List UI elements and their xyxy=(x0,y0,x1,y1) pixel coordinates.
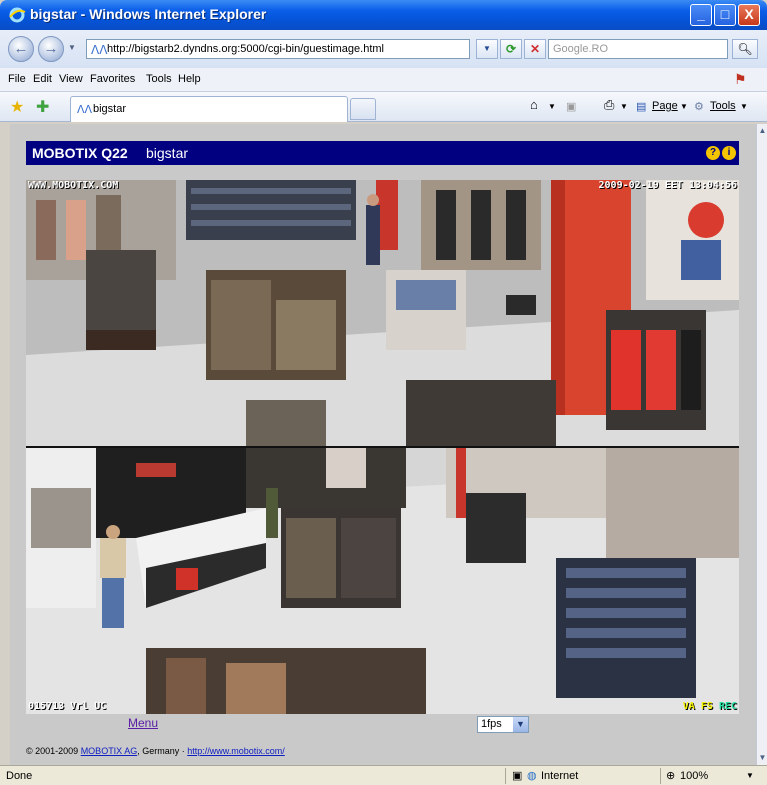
menu-help[interactable]: Help xyxy=(178,73,201,85)
gear-icon[interactable]: ⚙ xyxy=(694,100,704,113)
search-button[interactable]: 🔍︎ xyxy=(732,39,758,59)
new-tab-button[interactable] xyxy=(350,98,376,120)
address-dropdown-button[interactable]: ▼ xyxy=(476,39,498,59)
protected-mode-icon[interactable]: ▣ xyxy=(512,769,522,782)
osd-flag-va: VA xyxy=(682,701,695,712)
scroll-down-button[interactable]: ▼ xyxy=(757,751,767,765)
tab-label: bigstar xyxy=(93,103,127,115)
vertical-scrollbar[interactable]: ▲ ▼ xyxy=(756,124,767,765)
camera-image-top[interactable]: WWW.MOBOTIX.COM 2009-02-19 EET 13:04:56 xyxy=(26,180,739,446)
menu-file[interactable]: File xyxy=(8,73,26,85)
camera-controls: Menu 1fps ▼ xyxy=(26,714,739,734)
add-favorite-icon[interactable]: ✚ xyxy=(36,97,49,117)
address-url: http://bigstarb2.dyndns.org:5000/cgi-bin… xyxy=(107,43,384,55)
tab-favicon-icon: ᐱᐱ xyxy=(77,104,93,116)
magnifier-icon: 🔍︎ xyxy=(737,42,753,56)
status-text: Done xyxy=(6,770,33,782)
menu-link[interactable]: Menu xyxy=(128,716,158,730)
menu-favorites[interactable]: Favorites xyxy=(90,73,135,85)
store-view-bottom xyxy=(26,448,739,714)
page-content: MOBOTIX Q22 bigstar ? i WWW.MOBOTIX.COM … xyxy=(10,124,756,765)
scroll-up-button[interactable]: ▲ xyxy=(757,124,767,138)
tools-dropdown-icon[interactable]: ▼ xyxy=(740,102,748,111)
osd-site-label: WWW.MOBOTIX.COM xyxy=(28,180,119,191)
osd-flag-rec: REC xyxy=(718,701,737,712)
address-input[interactable]: ᐱᐱ http://bigstarb2.dyndns.org:5000/cgi-… xyxy=(86,39,470,59)
tab-bigstar[interactable]: ᐱᐱ bigstar xyxy=(70,96,348,122)
toolbar-logo-icon[interactable]: ⚑ xyxy=(734,71,747,88)
fps-value: 1fps xyxy=(481,718,502,730)
arrow-left-icon: ← xyxy=(13,40,29,57)
window-title-bar[interactable]: bigstar - Windows Internet Explorer _ □ … xyxy=(0,0,767,30)
search-placeholder: Google.RO xyxy=(553,43,609,55)
search-input[interactable]: Google.RO xyxy=(548,39,728,59)
camera-brand: MOBOTIX Q22 xyxy=(32,145,128,161)
favorites-star-icon[interactable]: ★ xyxy=(10,97,24,117)
zoom-icon: ⊕ xyxy=(666,770,676,782)
forward-button[interactable]: → xyxy=(38,36,64,62)
store-view-top xyxy=(26,180,739,446)
osd-status-flags: VA FS REC xyxy=(683,701,737,712)
camera-header: MOBOTIX Q22 bigstar ? i xyxy=(26,141,739,165)
ie-logo-icon xyxy=(9,7,26,23)
company-link[interactable]: MOBOTIX AG xyxy=(81,746,138,756)
osd-flag-fs: FS xyxy=(700,701,713,712)
status-divider xyxy=(505,768,506,784)
stop-button[interactable]: ✕ xyxy=(524,39,546,59)
menu-bar: File Edit View Favorites Tools Help ⚑ xyxy=(0,68,767,92)
country-text: , Germany · xyxy=(137,746,185,756)
osd-frame-info: 015713 Vrl UC xyxy=(28,701,107,712)
minimize-button[interactable]: _ xyxy=(690,4,712,26)
camera-name: bigstar xyxy=(146,145,189,161)
camera-image-bottom[interactable]: 015713 Vrl UC VA FS REC xyxy=(26,448,739,714)
page-footer: © 2001-2009 MOBOTIX AG, Germany · http:/… xyxy=(26,746,739,760)
menu-view[interactable]: View xyxy=(59,73,83,85)
home-dropdown-icon[interactable]: ▼ xyxy=(548,102,556,111)
zoom-level[interactable]: 100% xyxy=(680,770,708,782)
status-divider xyxy=(660,768,661,784)
fps-select[interactable]: 1fps ▼ xyxy=(477,716,529,733)
print-dropdown-icon[interactable]: ▼ xyxy=(620,102,628,111)
history-dropdown-icon[interactable]: ▼ xyxy=(68,43,76,52)
site-favicon-icon: ᐱᐱ xyxy=(91,43,108,57)
print-icon[interactable]: ⎙ xyxy=(604,97,614,113)
home-icon[interactable]: ⌂ xyxy=(530,97,538,112)
refresh-button[interactable]: ⟳ xyxy=(500,39,522,59)
back-button[interactable]: ← xyxy=(8,36,34,62)
tools-menu-button[interactable]: Tools xyxy=(710,100,736,112)
copyright-text: © 2001-2009 xyxy=(26,746,79,756)
page-dropdown-icon[interactable]: ▼ xyxy=(680,102,688,111)
address-toolbar: ← → ▼ ᐱᐱ http://bigstarb2.dyndns.org:500… xyxy=(0,30,767,68)
close-button[interactable]: X xyxy=(738,4,760,26)
window-title: bigstar - Windows Internet Explorer xyxy=(30,6,267,22)
status-bar: Done ▣ ◍ Internet ⊕ 100% ▼ xyxy=(0,765,767,785)
menu-edit[interactable]: Edit xyxy=(33,73,52,85)
menu-tools[interactable]: Tools xyxy=(146,73,172,85)
zoom-dropdown-icon[interactable]: ▼ xyxy=(746,771,754,780)
maximize-button[interactable]: □ xyxy=(714,4,736,26)
page-menu-button[interactable]: Page xyxy=(652,100,678,112)
chevron-down-icon[interactable]: ▼ xyxy=(513,717,528,732)
globe-icon: ◍ xyxy=(527,770,537,782)
info-icon[interactable]: i xyxy=(722,146,736,160)
help-icon[interactable]: ? xyxy=(706,146,720,160)
feeds-icon[interactable]: ▣ xyxy=(566,100,576,113)
security-zone[interactable]: Internet xyxy=(541,770,578,782)
website-link[interactable]: http://www.mobotix.com/ xyxy=(187,746,285,756)
osd-timestamp: 2009-02-19 EET 13:04:56 xyxy=(598,180,737,191)
favorites-toolbar: ★ ✚ ᐱᐱ bigstar ⌂ ▼ ▣ ⎙ ▼ ▤ Page ▼ ⚙ Tool… xyxy=(0,92,767,122)
page-menu-icon[interactable]: ▤ xyxy=(636,100,646,113)
arrow-right-icon: → xyxy=(43,40,59,57)
